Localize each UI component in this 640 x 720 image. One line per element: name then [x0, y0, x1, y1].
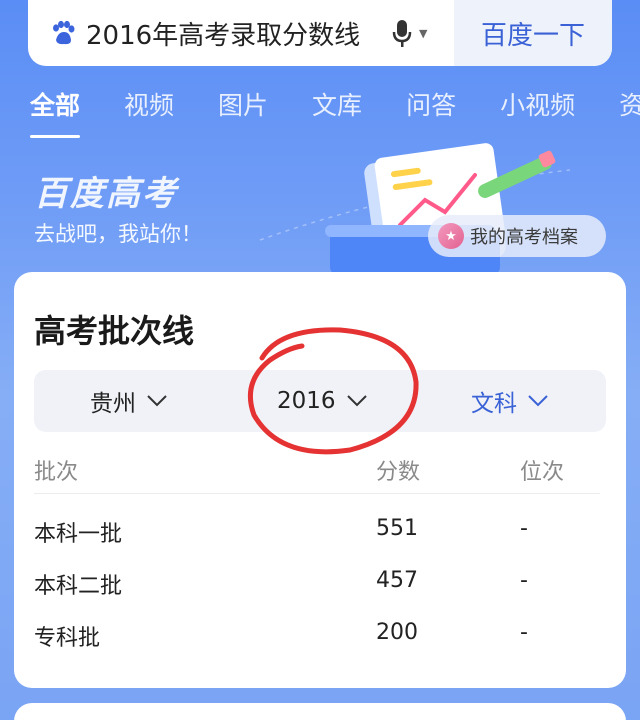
score-cell: 551: [376, 516, 418, 541]
search-tabs: 全部 视频 图片 文库 问答 小视频 资: [30, 86, 640, 138]
next-card-edge: [14, 703, 626, 720]
tab-images[interactable]: 图片: [218, 86, 268, 122]
rank-cell: -: [520, 568, 528, 593]
chevron-down-icon: [147, 395, 167, 407]
star-badge-icon: ★: [438, 223, 464, 249]
tab-qa[interactable]: 问答: [406, 86, 456, 122]
chevron-down-icon: [528, 395, 548, 407]
category-select[interactable]: 文科: [471, 370, 549, 432]
banner-slogan: 去战吧，我站你！: [34, 222, 202, 246]
rank-cell: -: [520, 620, 528, 645]
tab-wenku[interactable]: 文库: [312, 86, 362, 122]
search-bar: 2016年高考录取分数线 ▼ 百度一下: [28, 0, 612, 66]
year-select[interactable]: 2016: [277, 370, 368, 432]
score-cell: 200: [376, 620, 418, 645]
table-row: 本科一批 551 -: [34, 516, 600, 556]
baidu-logo-icon: [50, 20, 76, 46]
tab-more[interactable]: 资: [619, 86, 640, 122]
tab-all[interactable]: 全部: [30, 86, 81, 138]
card-title: 高考批次线: [34, 312, 195, 350]
tab-short-video[interactable]: 小视频: [500, 86, 575, 122]
my-gaokao-archive-button[interactable]: ★ 我的高考档案: [428, 215, 606, 257]
search-button[interactable]: 百度一下: [454, 0, 612, 66]
province-value: 贵州: [90, 391, 136, 417]
table-row: 专科批 200 -: [34, 620, 600, 660]
year-value: 2016: [277, 388, 336, 414]
rank-cell: -: [520, 516, 528, 541]
column-rank: 位次: [520, 460, 565, 485]
batch-cell: 本科二批: [34, 574, 123, 599]
score-cell: 457: [376, 568, 418, 593]
category-value: 文科: [471, 391, 517, 417]
archive-label: 我的高考档案: [470, 227, 578, 248]
batch-cell: 专科批: [34, 626, 101, 651]
microphone-icon[interactable]: [391, 17, 413, 49]
batch-cell: 本科一批: [34, 522, 123, 547]
table-header: 批次 分数 位次: [34, 454, 600, 494]
batch-line-card: 高考批次线 贵州 2016 文科 批次 分数 位次 本科一批 551 - 本科二…: [14, 272, 626, 688]
column-batch: 批次: [34, 460, 79, 485]
clipboard-chart-illustration-icon: [259, 143, 570, 275]
column-score: 分数: [376, 460, 421, 485]
search-input[interactable]: 2016年高考录取分数线: [86, 15, 371, 52]
baidu-gaokao-brand: 百度高考: [34, 174, 178, 214]
filter-bar: 贵州 2016 文科: [34, 370, 606, 432]
table-row: 本科二批 457 -: [34, 568, 600, 608]
province-select[interactable]: 贵州: [90, 370, 168, 432]
chevron-down-icon: [346, 395, 367, 407]
voice-options-caret-icon[interactable]: ▼: [419, 27, 427, 40]
tab-video[interactable]: 视频: [124, 86, 174, 122]
